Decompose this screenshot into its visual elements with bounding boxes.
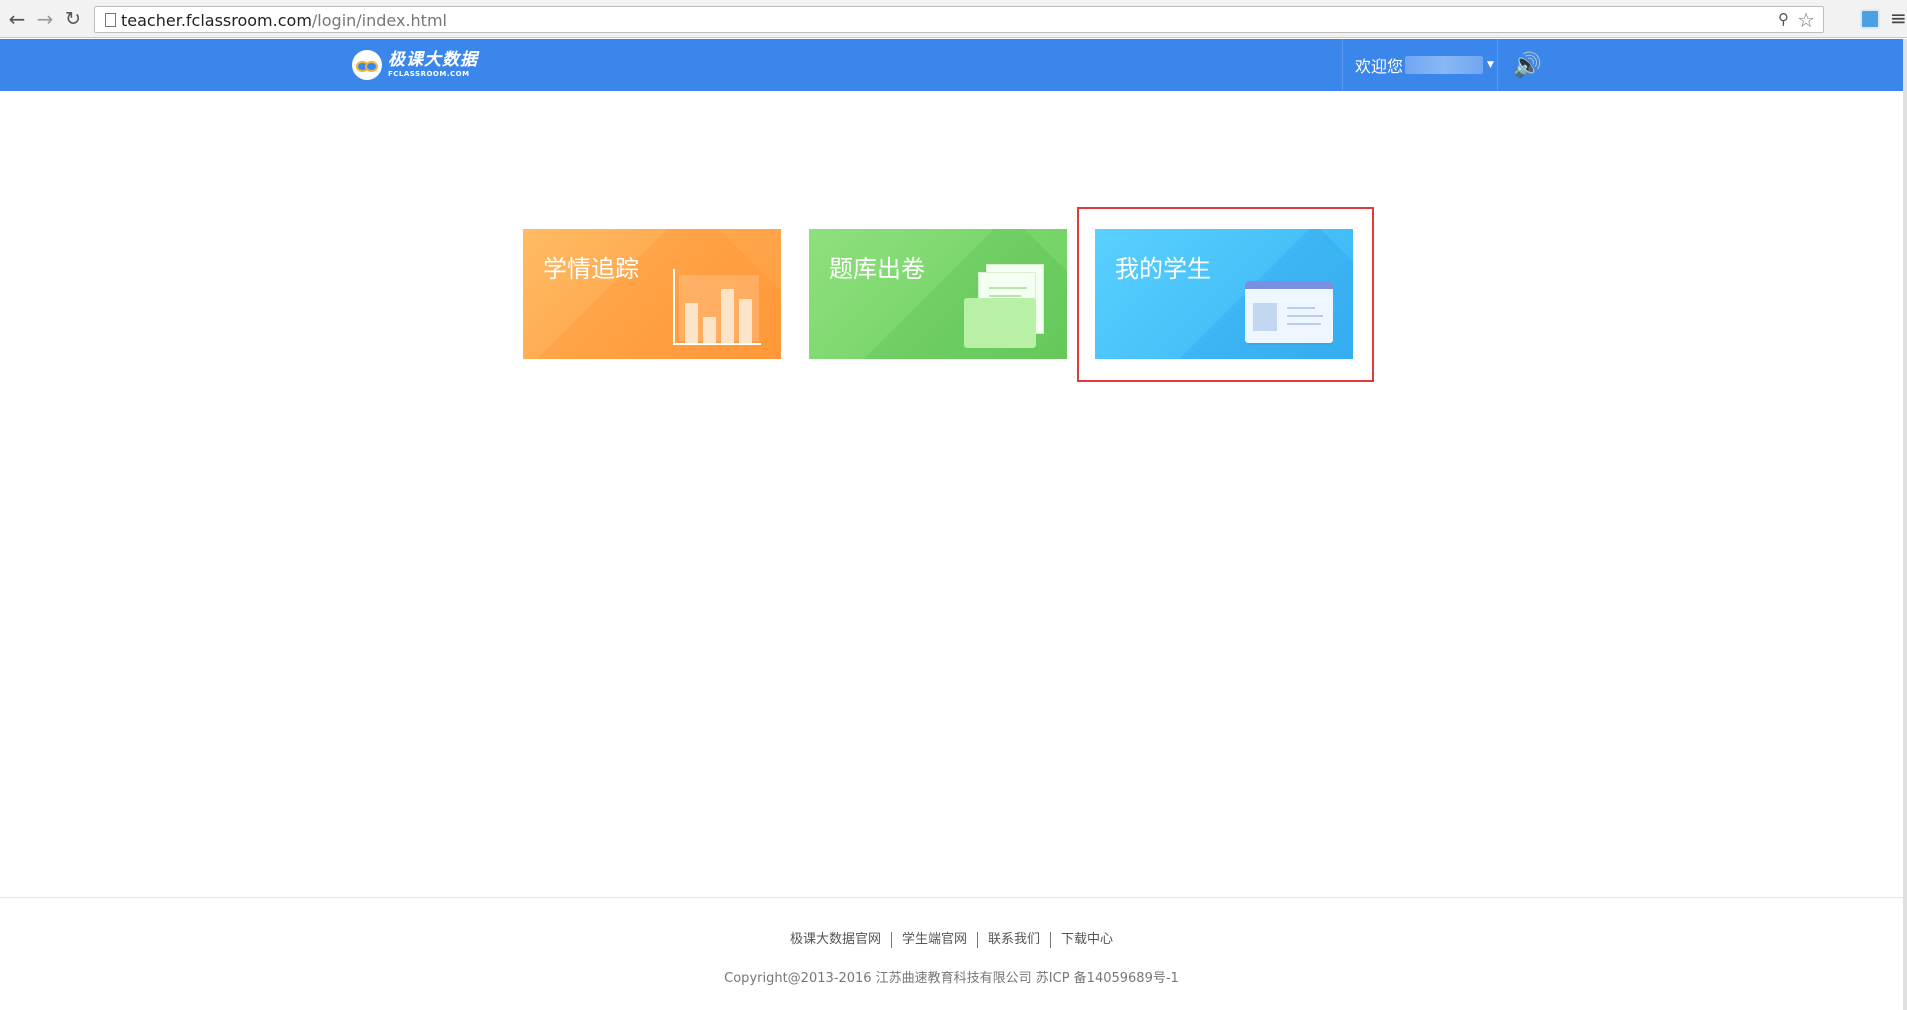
url-host: teacher.fclassroom.com	[121, 11, 312, 30]
bookmark-star-icon[interactable]: ☆	[1797, 8, 1815, 32]
logo-text: 极课大数据 FCLASSROOM.COM	[388, 52, 478, 78]
card-line	[1287, 315, 1323, 317]
browser-menu-icon[interactable]: ≡	[1890, 6, 1907, 30]
footer-link-contact[interactable]: 联系我们	[977, 932, 1050, 948]
card-photo	[1253, 303, 1277, 331]
chart-bar	[739, 299, 752, 343]
chart-axis	[673, 269, 675, 345]
chart-bar	[703, 317, 716, 343]
welcome-label: 欢迎您	[1355, 57, 1404, 76]
logo-name: 极课大数据	[388, 50, 478, 70]
tile-question-bank[interactable]: 题库出卷	[809, 229, 1067, 359]
sheet-line	[989, 295, 1021, 297]
user-menu[interactable]: 欢迎您 ▼	[1342, 39, 1498, 91]
dropdown-caret-icon: ▼	[1487, 60, 1494, 70]
chart-axis	[673, 343, 761, 345]
site-logo[interactable]: 极课大数据 FCLASSROOM.COM	[352, 49, 478, 81]
back-arrow-icon[interactable]: ←	[4, 6, 30, 32]
chart-bar	[721, 289, 734, 343]
username-redacted	[1405, 56, 1484, 74]
id-card-icon	[1245, 281, 1333, 343]
address-url[interactable]: teacher.fclassroom.com/login/index.html	[121, 11, 447, 30]
url-path: /login/index.html	[311, 11, 447, 30]
forward-arrow-icon[interactable]: →	[32, 6, 58, 32]
logo-domain: FCLASSROOM.COM	[388, 70, 470, 78]
address-bar[interactable]: teacher.fclassroom.com/login/index.html …	[94, 6, 1824, 33]
tile-title: 题库出卷	[829, 255, 925, 283]
card-line	[1287, 307, 1315, 309]
card-line	[1287, 323, 1321, 325]
sheet-line	[989, 287, 1027, 289]
bar-chart-icon	[673, 269, 761, 345]
logo-mascot-icon	[352, 50, 382, 80]
key-icon[interactable]: ⚲	[1778, 10, 1789, 28]
footer-link-student-site[interactable]: 学生端官网	[890, 932, 977, 948]
copyright-text: Copyright@2013-2016 江苏曲速教育科技有限公司 苏ICP 备1…	[724, 971, 1179, 986]
footer-links: 极课大数据官网 学生端官网 联系我们 下载中心	[0, 932, 1903, 948]
page-scrollbar[interactable]	[1903, 39, 1907, 1010]
folder-front	[964, 298, 1036, 348]
chart-bar	[685, 303, 698, 343]
footer-link-download[interactable]: 下载中心	[1050, 932, 1123, 948]
extension-icon[interactable]	[1860, 9, 1880, 29]
speaker-icon[interactable]: 🔊	[1512, 50, 1552, 80]
site-footer: 极课大数据官网 学生端官网 联系我们 下载中心 Copyright@2013-2…	[0, 897, 1903, 1010]
reload-icon[interactable]: ↻	[60, 6, 86, 32]
page-icon	[105, 13, 116, 27]
footer-link-official-site[interactable]: 极课大数据官网	[780, 932, 891, 948]
card-band	[1245, 281, 1333, 289]
tile-study-tracking[interactable]: 学情追踪	[523, 229, 781, 359]
tile-title: 我的学生	[1115, 255, 1211, 283]
tile-title: 学情追踪	[543, 255, 639, 283]
browser-toolbar: ← → ↻ teacher.fclassroom.com/login/index…	[0, 0, 1907, 38]
site-header: 极课大数据 FCLASSROOM.COM 欢迎您 ▼ 🔊	[0, 39, 1903, 91]
folder-icon	[964, 264, 1046, 348]
tile-my-students[interactable]: 我的学生	[1095, 229, 1353, 359]
